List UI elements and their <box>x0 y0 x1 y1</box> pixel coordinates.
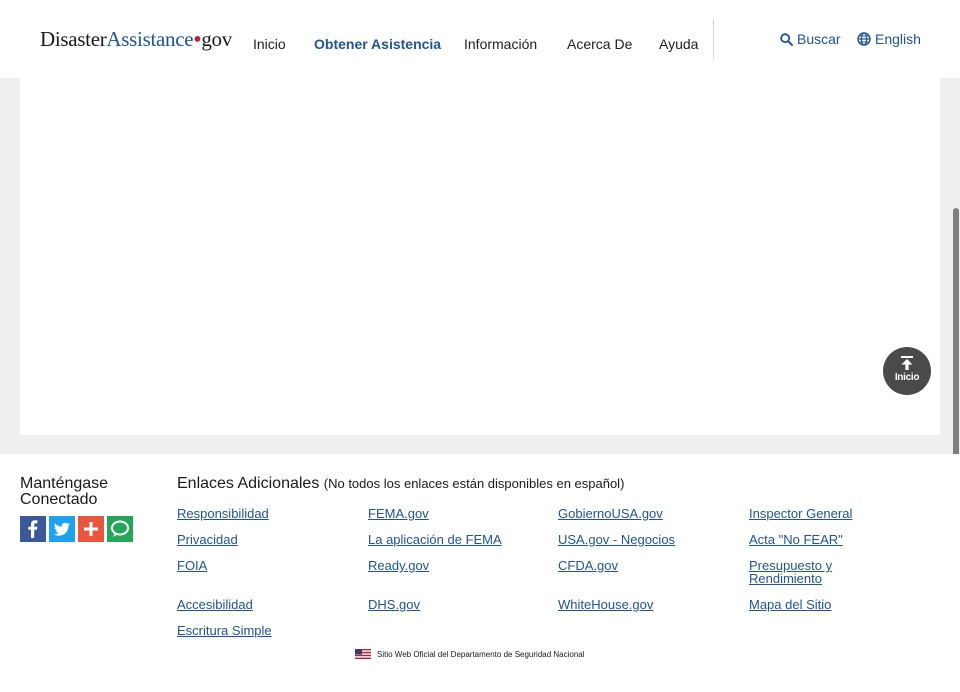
footer-link-ready-gov[interactable]: Ready.gov <box>368 559 429 572</box>
footer-link-escritura-simple[interactable]: Escritura Simple <box>177 624 272 637</box>
footer-link-mapa-del-sitio[interactable]: Mapa del Sitio <box>749 598 831 611</box>
official-site-notice: Sitio Web Oficial del Departamento de Se… <box>355 649 585 659</box>
back-to-top-label: Inicio <box>894 372 920 383</box>
nav-item-obtener-asistencia[interactable]: Obtener Asistencia <box>314 36 441 52</box>
stay-connected-heading: Manténgase Conectado <box>20 475 109 508</box>
footer-link-no-fear-act[interactable]: Acta "No FEAR" <box>749 533 843 546</box>
footer-link-gobiernousa-gov[interactable]: GobiernoUSA.gov <box>558 507 663 520</box>
logo-word-gov: gov <box>201 27 232 51</box>
site-footer: Manténgase Conectado Enlaces Adicionales… <box>0 454 960 692</box>
footer-link-responsibilidad[interactable]: Responsibilidad <box>177 507 269 520</box>
us-flag-icon <box>355 649 371 659</box>
additional-links-title: Enlaces Adicionales <box>177 475 320 492</box>
additional-links-note: (No todos los enlaces están disponibles … <box>323 476 625 491</box>
logo-word-assistance: Assistance <box>106 27 194 51</box>
language-label: English <box>875 31 921 47</box>
twitter-icon[interactable] <box>49 516 75 542</box>
nav-divider <box>713 19 714 59</box>
logo-word-disaster: Disaster <box>40 27 107 51</box>
official-site-text: Sitio Web Oficial del Departamento de Se… <box>377 649 585 659</box>
footer-link-usa-gov-negocios[interactable]: USA.gov - Negocios <box>558 533 675 546</box>
site-header: DisasterAssistance•gov Inicio Obtener As… <box>0 0 960 78</box>
footer-link-cfda-gov[interactable]: CFDA.gov <box>558 559 618 572</box>
logo-dot: • <box>193 27 202 53</box>
arrow-up-to-line-icon <box>901 356 913 370</box>
search-label: Buscar <box>797 31 841 47</box>
footer-link-foia[interactable]: FOIA <box>177 559 207 572</box>
search-link[interactable]: Buscar <box>780 31 841 47</box>
add-share-icon[interactable] <box>78 516 104 542</box>
footer-link-whitehouse-gov[interactable]: WhiteHouse.gov <box>558 598 653 611</box>
main-content-panel <box>20 78 940 435</box>
language-toggle[interactable]: English <box>857 31 921 47</box>
footer-link-dhs-gov[interactable]: DHS.gov <box>368 598 420 611</box>
chat-icon[interactable] <box>107 516 133 542</box>
footer-link-fema-gov[interactable]: FEMA.gov <box>368 507 429 520</box>
footer-link-inspector-general[interactable]: Inspector General <box>749 507 852 520</box>
social-icons <box>20 516 133 542</box>
back-to-top-button[interactable]: Inicio <box>883 347 931 395</box>
search-icon <box>780 32 793 46</box>
footer-link-accesibilidad[interactable]: Accesibilidad <box>177 598 253 611</box>
site-logo[interactable]: DisasterAssistance•gov <box>40 26 232 53</box>
nav-item-informacion[interactable]: Información <box>464 36 537 52</box>
nav-item-ayuda[interactable]: Ayuda <box>659 36 698 52</box>
additional-links-heading: Enlaces Adicionales (No todos los enlace… <box>177 475 624 493</box>
nav-item-inicio[interactable]: Inicio <box>253 36 286 52</box>
footer-link-privacidad[interactable]: Privacidad <box>177 533 238 546</box>
facebook-icon[interactable] <box>20 516 46 542</box>
globe-icon <box>857 32 871 46</box>
footer-link-fema-app[interactable]: La aplicación de FEMA <box>368 533 502 546</box>
footer-link-presupuesto-rendimiento[interactable]: Presupuesto y Rendimiento <box>749 559 859 585</box>
nav-item-acerca-de[interactable]: Acerca De <box>567 36 632 52</box>
